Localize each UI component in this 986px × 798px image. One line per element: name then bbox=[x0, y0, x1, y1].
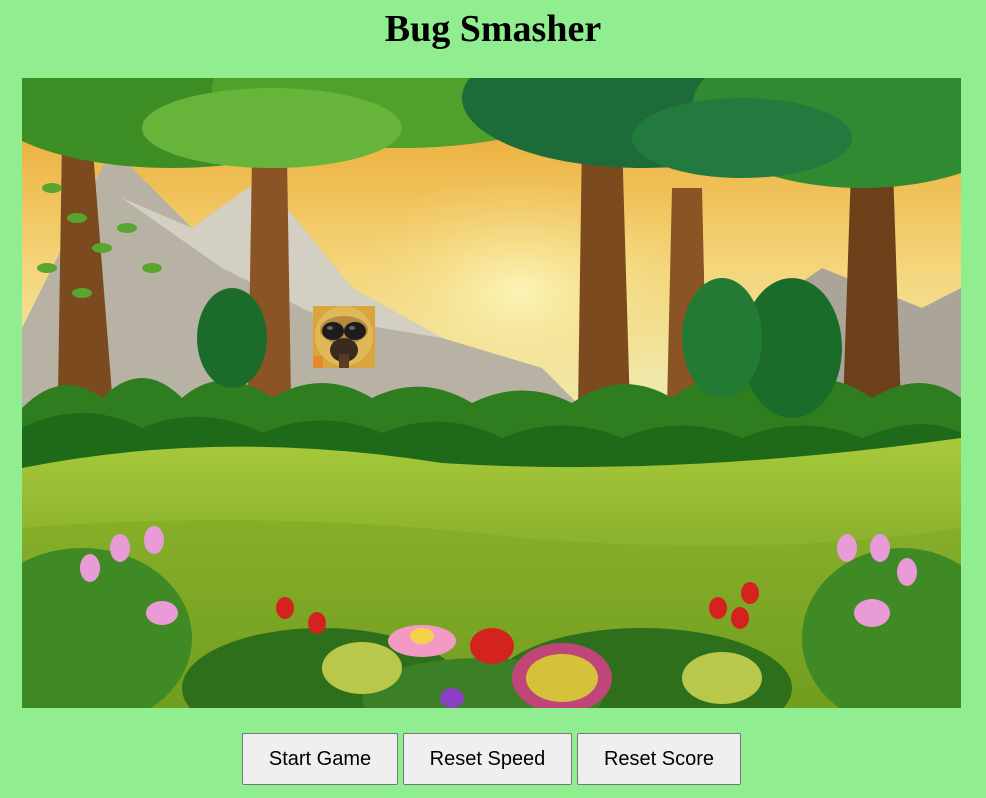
game-canvas[interactable] bbox=[22, 78, 961, 708]
bug-icon[interactable] bbox=[313, 306, 375, 368]
controls-bar: Start Game Reset Speed Reset Score bbox=[0, 733, 986, 785]
page-title: Bug Smasher bbox=[384, 8, 602, 50]
reset-score-button[interactable]: Reset Score bbox=[577, 733, 741, 785]
reset-speed-button[interactable]: Reset Speed bbox=[403, 733, 572, 785]
start-game-button[interactable]: Start Game bbox=[242, 733, 398, 785]
bug-face bbox=[313, 306, 375, 368]
jungle-background bbox=[22, 78, 961, 708]
